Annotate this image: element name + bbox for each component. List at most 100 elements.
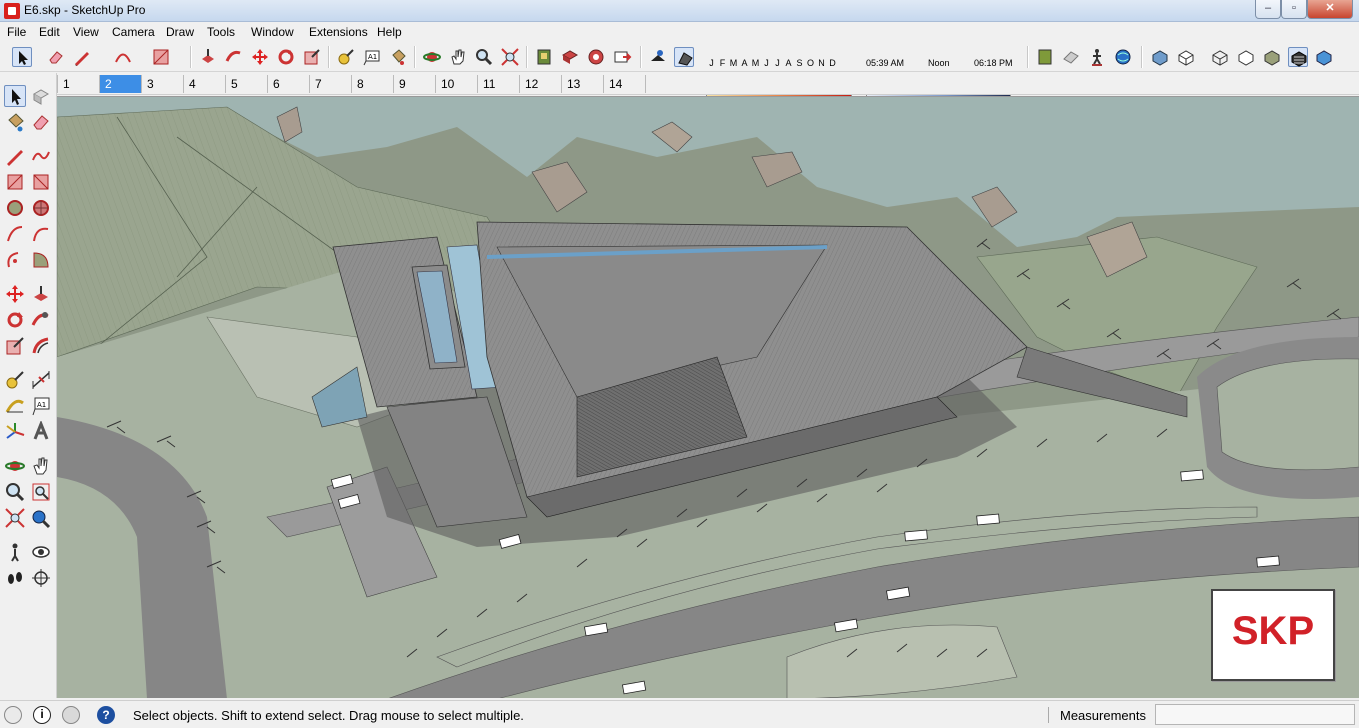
credits-info-icon[interactable]: i [33, 706, 51, 724]
scene-tab[interactable]: 8 [351, 75, 393, 93]
pan-hand-icon[interactable] [30, 455, 52, 477]
pencil-line-icon[interactable] [72, 47, 92, 67]
scene-tab[interactable]: 9 [393, 75, 435, 93]
scene-tab[interactable]: 5 [225, 75, 267, 93]
make-component-icon[interactable] [30, 85, 52, 107]
hidden-line-style-icon[interactable] [1236, 47, 1256, 67]
zoom-extents-icon[interactable] [4, 507, 26, 529]
move-icon[interactable] [4, 283, 26, 305]
zoom-icon[interactable] [474, 47, 494, 67]
menu-tools[interactable]: Tools [207, 25, 235, 39]
sketchup-app-icon[interactable] [4, 3, 20, 19]
push-pull-icon[interactable] [30, 283, 52, 305]
two-point-arc-icon[interactable] [30, 223, 52, 245]
scale-icon[interactable] [4, 335, 26, 357]
text-icon[interactable]: A1 [362, 47, 382, 67]
extension-warehouse-icon[interactable] [586, 47, 606, 67]
tape-measure-icon[interactable] [4, 369, 26, 391]
scene-tab-active[interactable]: 2 [99, 75, 141, 93]
scene-tab[interactable]: 11 [477, 75, 519, 93]
scene-tab[interactable]: 7 [309, 75, 351, 93]
zoom-window-icon[interactable] [30, 481, 52, 503]
text-icon[interactable]: A1 [30, 395, 52, 417]
scene-tab[interactable]: 10 [435, 75, 477, 93]
scale-icon[interactable] [302, 47, 322, 67]
offset-icon[interactable] [30, 335, 52, 357]
previous-view-icon[interactable] [30, 507, 52, 529]
look-around-eye-icon[interactable] [30, 541, 52, 563]
follow-me-icon[interactable] [30, 309, 52, 331]
eraser-icon[interactable] [46, 47, 66, 67]
dimension-icon[interactable] [30, 369, 52, 391]
rectangle-icon[interactable] [151, 47, 171, 67]
eraser-icon[interactable] [30, 111, 52, 133]
send-to-layout-icon[interactable] [612, 47, 632, 67]
three-point-arc-icon[interactable] [4, 249, 26, 271]
menu-extensions[interactable]: Extensions [309, 25, 368, 39]
warehouse-icon[interactable] [534, 47, 554, 67]
scene-tab[interactable]: 14 [603, 75, 645, 93]
scene-tab[interactable]: 3 [141, 75, 183, 93]
polygon-icon[interactable] [30, 197, 52, 219]
shaded-with-textures-style-icon[interactable] [1288, 47, 1308, 67]
scene-tab[interactable]: 4 [183, 75, 225, 93]
line-tool-icon[interactable] [4, 145, 26, 167]
3d-text-icon[interactable] [30, 421, 52, 443]
model-viewport[interactable] [57, 96, 1359, 698]
move-icon[interactable] [250, 47, 270, 67]
section-plane-crosshair-icon[interactable] [30, 567, 52, 589]
zoom-icon[interactable] [4, 481, 26, 503]
scene-tab[interactable]: 1 [57, 75, 99, 93]
menu-edit[interactable]: Edit [39, 25, 60, 39]
menu-help[interactable]: Help [377, 25, 402, 39]
instructor-help-icon[interactable]: ? [97, 706, 115, 724]
section-plane-icon[interactable] [1035, 47, 1055, 67]
menu-draw[interactable]: Draw [166, 25, 194, 39]
paint-bucket-icon[interactable] [4, 111, 26, 133]
minimize-button[interactable]: – [1255, 0, 1281, 19]
rectangle-icon[interactable] [4, 171, 26, 193]
pan-hand-icon[interactable] [448, 47, 468, 67]
position-camera-icon[interactable] [4, 541, 26, 563]
orbit-icon[interactable] [4, 455, 26, 477]
measurements-input[interactable] [1155, 704, 1355, 725]
monochrome-style-icon[interactable] [1314, 47, 1334, 67]
arc-icon[interactable] [4, 223, 26, 245]
scene-tab[interactable]: 6 [267, 75, 309, 93]
walk-person-icon[interactable] [1087, 47, 1107, 67]
menu-camera[interactable]: Camera [112, 25, 155, 39]
push-pull-icon[interactable] [198, 47, 218, 67]
shaded-style-icon[interactable] [1262, 47, 1282, 67]
geolocation-status-icon[interactable] [4, 706, 22, 724]
protractor-icon[interactable] [4, 395, 26, 417]
paint-bucket-icon[interactable] [388, 47, 408, 67]
pie-icon[interactable] [30, 249, 52, 271]
xray-style-icon[interactable] [1150, 47, 1170, 67]
menu-view[interactable]: View [73, 25, 99, 39]
axes-icon[interactable] [4, 421, 26, 443]
rotate-icon[interactable] [4, 309, 26, 331]
tape-measure-icon[interactable] [336, 47, 356, 67]
rotated-rectangle-icon[interactable] [30, 171, 52, 193]
menu-window[interactable]: Window [251, 25, 294, 39]
display-section-planes-icon[interactable] [1061, 47, 1081, 67]
zoom-extents-icon[interactable] [500, 47, 520, 67]
components-icon[interactable] [560, 47, 580, 67]
user-account-icon[interactable] [62, 706, 80, 724]
scene-tab[interactable]: 13 [561, 75, 603, 93]
rotate-icon[interactable] [276, 47, 296, 67]
menu-file[interactable]: File [7, 25, 26, 39]
back-edges-style-icon[interactable] [1176, 47, 1196, 67]
maximize-button[interactable]: ▫ [1281, 0, 1307, 19]
display-shadows-icon[interactable] [674, 47, 694, 67]
walk-footprints-icon[interactable] [4, 567, 26, 589]
circle-icon[interactable] [4, 197, 26, 219]
freehand-icon[interactable] [30, 145, 52, 167]
orbit-icon[interactable] [422, 47, 442, 67]
shadows-toggle-icon[interactable] [648, 47, 668, 67]
close-button[interactable]: ✕ [1307, 0, 1353, 19]
scene-tab[interactable]: 12 [519, 75, 561, 93]
arc-icon[interactable] [113, 47, 133, 67]
geo-location-icon[interactable] [1113, 47, 1133, 67]
wireframe-style-icon[interactable] [1210, 47, 1230, 67]
